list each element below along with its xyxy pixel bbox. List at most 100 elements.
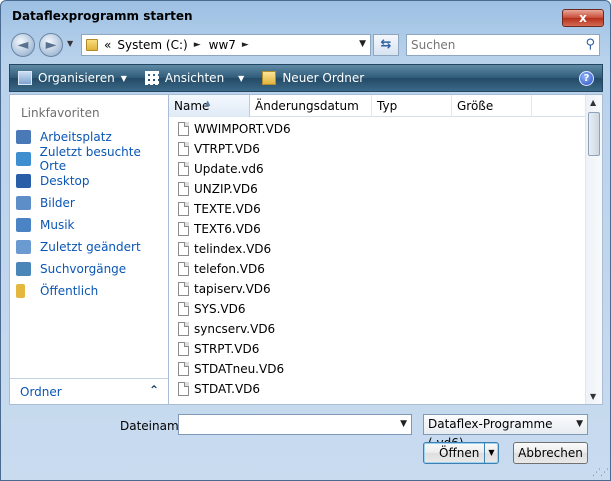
file-icon bbox=[178, 282, 189, 296]
forward-button[interactable]: ► bbox=[39, 33, 63, 57]
column-header-size[interactable]: Größe bbox=[452, 95, 532, 117]
breadcrumb-overflow[interactable]: « bbox=[104, 38, 111, 52]
column-header-name[interactable]: ▲ Name bbox=[169, 95, 250, 117]
file-name: tapiserv.VD6 bbox=[194, 282, 271, 296]
scroll-up-icon[interactable]: ▲ bbox=[590, 98, 596, 107]
file-name: UNZIP.VD6 bbox=[194, 182, 258, 196]
filename-dropdown-icon[interactable]: ▼ bbox=[400, 419, 407, 429]
close-button[interactable]: x bbox=[562, 9, 604, 27]
address-dropdown-icon[interactable]: ▼ bbox=[359, 39, 366, 49]
views-button[interactable]: Ansichten ▼ bbox=[144, 71, 244, 85]
vertical-scrollbar[interactable]: ▲ ▼ bbox=[585, 95, 602, 404]
file-icon bbox=[178, 302, 189, 316]
filename-field[interactable]: ▼ bbox=[178, 414, 412, 435]
breadcrumb-folder[interactable]: ww7 bbox=[209, 38, 236, 52]
list-item[interactable]: Update.vd6 bbox=[178, 159, 264, 179]
address-bar[interactable]: « System (C:) ► ww7 ► ▼ bbox=[81, 34, 371, 56]
new-folder-button[interactable]: Neuer Ordner bbox=[262, 71, 364, 85]
sidebar-item-searches[interactable]: Suchvorgänge bbox=[16, 259, 126, 279]
file-icon bbox=[178, 342, 189, 356]
sidebar-item-desktop[interactable]: Desktop bbox=[16, 171, 90, 191]
title-bar[interactable]: Dataflexprogramm starten x bbox=[1, 1, 610, 31]
file-name: STDAT.VD6 bbox=[194, 382, 261, 396]
list-item[interactable]: syncserv.VD6 bbox=[178, 319, 275, 339]
scrollbar-thumb[interactable] bbox=[588, 112, 600, 156]
sidebar-item-computer[interactable]: Arbeitsplatz bbox=[16, 127, 112, 147]
list-item[interactable]: TEXT6.VD6 bbox=[178, 219, 261, 239]
help-icon[interactable]: ? bbox=[579, 71, 594, 86]
cancel-button[interactable]: Abbrechen bbox=[513, 442, 588, 464]
search-input[interactable] bbox=[407, 35, 572, 55]
file-icon bbox=[178, 162, 189, 176]
list-item[interactable]: UNZIP.VD6 bbox=[178, 179, 258, 199]
file-icon bbox=[178, 122, 189, 136]
sidebar-item-label: Arbeitsplatz bbox=[40, 130, 112, 144]
chevron-down-icon: ▼ bbox=[120, 73, 127, 83]
list-item[interactable]: SYS.VD6 bbox=[178, 299, 245, 319]
recent-pages-chevron-icon[interactable]: ▼ bbox=[67, 39, 73, 48]
file-icon bbox=[178, 362, 189, 376]
scroll-down-icon[interactable]: ▼ bbox=[590, 392, 596, 401]
file-name: STDATneu.VD6 bbox=[194, 362, 285, 376]
filetype-select[interactable]: Dataflex-Programme (.vd6) ▼ bbox=[423, 414, 588, 450]
window-title: Dataflexprogramm starten bbox=[12, 9, 193, 23]
sidebar-item-label: Suchvorgänge bbox=[40, 262, 127, 276]
search-box[interactable]: ⚲ bbox=[406, 34, 600, 56]
list-item[interactable]: STDAT.VD6 bbox=[178, 379, 260, 399]
file-icon bbox=[178, 242, 189, 256]
close-icon: x bbox=[579, 11, 587, 25]
sidebar-item-public[interactable]: Öffentlich bbox=[16, 281, 98, 301]
resize-grip-icon[interactable]: ⋰⋰ bbox=[592, 468, 609, 478]
list-item[interactable]: VTRPT.VD6 bbox=[178, 139, 260, 159]
file-name: TEXT6.VD6 bbox=[194, 222, 261, 236]
folder-icon bbox=[86, 39, 98, 51]
sidebar-item-music[interactable]: Musik bbox=[16, 215, 75, 235]
list-item[interactable]: tapiserv.VD6 bbox=[178, 279, 271, 299]
list-item[interactable]: telefon.VD6 bbox=[178, 259, 265, 279]
computer-icon bbox=[16, 130, 31, 144]
file-name: TEXTE.VD6 bbox=[194, 202, 261, 216]
music-icon bbox=[16, 218, 31, 232]
list-item[interactable]: STRPT.VD6 bbox=[178, 339, 259, 359]
refresh-button[interactable]: ⇆ bbox=[373, 34, 399, 56]
searches-icon bbox=[16, 262, 31, 276]
breadcrumb-drive[interactable]: System (C:) bbox=[117, 38, 187, 52]
list-item[interactable]: STDATneu.VD6 bbox=[178, 359, 284, 379]
desktop-icon bbox=[16, 174, 31, 188]
search-icon[interactable]: ⚲ bbox=[585, 37, 595, 52]
breadcrumb-separator-icon[interactable]: ► bbox=[242, 40, 249, 50]
sidebar-item-label: Bilder bbox=[40, 196, 75, 210]
column-header: ▲ Name Änderungsdatum Typ Größe bbox=[169, 95, 586, 117]
file-list-pane: ▲ Name Änderungsdatum Typ Größe WWIMPORT… bbox=[168, 94, 603, 405]
navigation-pane: Linkfavoriten Arbeitsplatz Zuletzt besuc… bbox=[9, 94, 168, 405]
open-split-dropdown-icon[interactable]: ▼ bbox=[484, 443, 498, 463]
list-item[interactable]: TEXTE.VD6 bbox=[178, 199, 261, 219]
cancel-label: Abbrechen bbox=[518, 446, 583, 460]
views-label: Ansichten bbox=[164, 71, 225, 85]
back-button[interactable]: ◄ bbox=[11, 33, 35, 57]
organize-button[interactable]: Organisieren ▼ bbox=[18, 71, 127, 85]
file-name: Update.vd6 bbox=[194, 162, 264, 176]
folders-toggle[interactable]: Ordner ⌃ bbox=[10, 378, 168, 404]
list-item[interactable]: telindex.VD6 bbox=[178, 239, 271, 259]
open-button[interactable]: Öffnen ▼ bbox=[423, 442, 499, 464]
sidebar-item-recently-changed[interactable]: Zuletzt geändert bbox=[16, 237, 141, 257]
filename-input[interactable] bbox=[179, 415, 389, 434]
sidebar-item-label: Zuletzt geändert bbox=[40, 240, 141, 254]
file-name: syncserv.VD6 bbox=[194, 322, 276, 336]
sidebar-item-pictures[interactable]: Bilder bbox=[16, 193, 75, 213]
file-name: telindex.VD6 bbox=[194, 242, 272, 256]
list-item[interactable]: WWIMPORT.VD6 bbox=[178, 119, 291, 139]
open-file-dialog: Dataflexprogramm starten x ◄ ► ▼ « Syste… bbox=[0, 0, 611, 481]
chevron-up-icon: ⌃ bbox=[148, 383, 159, 397]
file-icon bbox=[178, 202, 189, 216]
address-row: ◄ ► ▼ « System (C:) ► ww7 ► ▼ ⇆ ⚲ bbox=[9, 31, 602, 61]
sidebar-item-label: Musik bbox=[40, 218, 75, 232]
sidebar-item-recent-places[interactable]: Zuletzt besuchte Orte bbox=[16, 145, 168, 173]
open-label: Öffnen bbox=[439, 446, 480, 460]
column-header-date[interactable]: Änderungsdatum bbox=[250, 95, 372, 117]
breadcrumb-separator-icon[interactable]: ► bbox=[194, 40, 201, 50]
forward-arrow-icon: ► bbox=[45, 37, 57, 53]
back-arrow-icon: ◄ bbox=[17, 37, 29, 53]
column-header-type[interactable]: Typ bbox=[372, 95, 452, 117]
